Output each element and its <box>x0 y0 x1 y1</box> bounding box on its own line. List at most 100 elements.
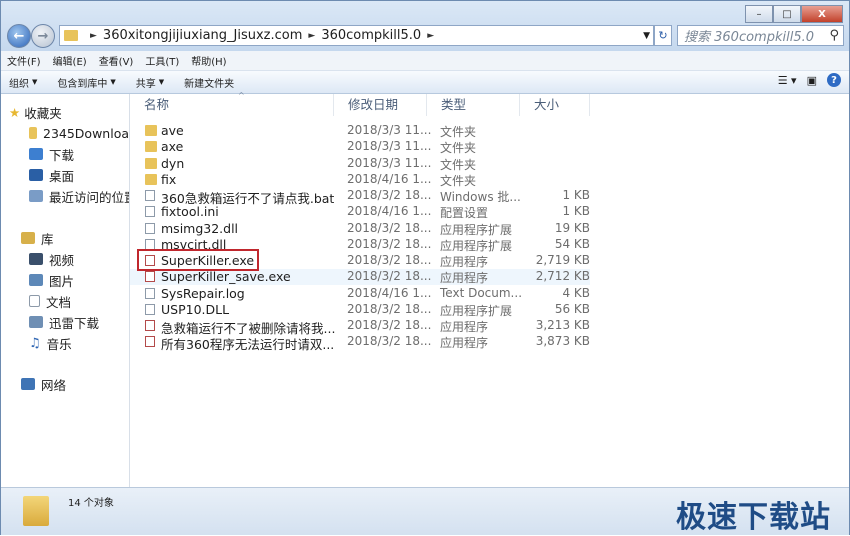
view-options-icon[interactable]: ☰ ▾ <box>778 74 797 87</box>
refresh-button[interactable]: ↻ <box>654 25 672 46</box>
file-row[interactable]: SysRepair.log 2018/4/16 1... Text Docum...… <box>130 286 590 302</box>
breadcrumb-chevron-icon[interactable]: ► <box>427 31 434 41</box>
search-placeholder: 搜索 360compkill5.0 <box>684 30 815 45</box>
bat-file-icon <box>145 190 155 201</box>
close-button[interactable]: X <box>801 5 843 23</box>
nav-item-2345downloads[interactable]: 2345Downloads <box>29 123 130 143</box>
file-date: 2018/3/2 18... <box>347 269 432 284</box>
file-row[interactable]: fix 2018/4/16 1... 文件夹 <box>130 172 590 188</box>
nav-item-label: 图片 <box>49 273 75 289</box>
file-date: 2018/3/2 18... <box>347 301 432 316</box>
library-icon <box>21 232 35 244</box>
column-headers: ^ 名称 修改日期 类型 大小 <box>130 91 849 116</box>
file-date: 2018/3/2 18... <box>347 188 432 202</box>
new-folder-button[interactable]: 新建文件夹 <box>176 75 246 90</box>
nav-item-recent-places[interactable]: 最近访问的位置 <box>29 186 129 206</box>
forward-button[interactable]: → <box>31 24 55 48</box>
file-name: ave <box>161 123 184 138</box>
back-button[interactable]: ← <box>7 24 31 48</box>
file-date: 2018/4/16 1... <box>347 204 432 219</box>
breadcrumb-chevron-icon[interactable]: ► <box>90 31 97 41</box>
command-bar: 组织 ▼ 包含到库中 ▼ 共享 ▼ 新建文件夹 ☰ ▾ ▣ ? <box>1 71 849 94</box>
file-row[interactable]: SuperKiller_save.exe 2018/3/2 18... 应用程序 2,… <box>130 269 590 286</box>
column-date-modified[interactable]: 修改日期 <box>334 94 427 116</box>
file-row[interactable]: 360急救箱运行不了请点我.bat 2018/3/2 18... Windows 批… <box>130 188 590 206</box>
organize-button[interactable]: 组织 ▼ <box>1 75 49 90</box>
share-label: 共享 <box>135 78 156 90</box>
file-type: Windows 批... <box>440 190 521 204</box>
window-controls: – □ X <box>745 5 843 23</box>
include-in-library-label: 包含到库中 <box>57 78 108 90</box>
help-icon[interactable]: ? <box>827 73 841 87</box>
picture-icon <box>29 274 43 286</box>
address-dropdown-icon[interactable]: ▼ <box>643 31 650 41</box>
column-name[interactable]: 名称 <box>130 94 334 116</box>
nav-item-downloads[interactable]: 下载 <box>29 144 74 164</box>
organize-label: 组织 <box>9 78 29 90</box>
file-size: 19 KB <box>554 220 590 235</box>
file-row[interactable]: USP10.DLL 2018/3/2 18... 应用程序扩展 56 KB <box>130 302 590 318</box>
menu-help[interactable]: 帮助(H) <box>185 53 232 68</box>
breadcrumb-item[interactable]: 360xitongjijiuxiang_Jisuxz.com <box>103 28 302 43</box>
include-in-library-button[interactable]: 包含到库中 ▼ <box>49 75 127 90</box>
menu-view[interactable]: 查看(V) <box>93 53 140 68</box>
file-size: 3,873 KB <box>535 334 590 349</box>
nav-item-label: 下载 <box>49 147 75 163</box>
network-icon <box>21 378 35 390</box>
breadcrumb-item[interactable]: 360compkill5.0 <box>321 28 421 43</box>
file-row[interactable]: axe 2018/3/3 11... 文件夹 <box>130 139 590 155</box>
file-row[interactable]: dyn 2018/3/3 11... 文件夹 <box>130 156 590 172</box>
breadcrumb-chevron-icon[interactable]: ► <box>308 31 315 41</box>
folder-icon <box>29 127 37 139</box>
file-date: 2018/3/2 18... <box>347 334 432 349</box>
preview-pane-icon[interactable]: ▣ <box>807 74 817 87</box>
nav-network[interactable]: 网络 <box>21 374 66 394</box>
chevron-down-icon: ▼ <box>158 78 165 86</box>
nav-item-documents[interactable]: 文档 <box>29 291 71 311</box>
column-type[interactable]: 类型 <box>427 94 520 116</box>
column-size[interactable]: 大小 <box>520 94 590 116</box>
file-date: 2018/3/3 11... <box>347 123 432 137</box>
file-size: 2,712 KB <box>535 269 590 284</box>
nav-item-desktop[interactable]: 桌面 <box>29 165 74 185</box>
menu-file[interactable]: 文件(F) <box>1 53 47 68</box>
maximize-button[interactable]: □ <box>773 5 801 23</box>
nav-network-label: 网络 <box>41 377 67 393</box>
file-name: USP10.DLL <box>161 301 230 317</box>
nav-item-pictures[interactable]: 图片 <box>29 270 74 290</box>
file-row[interactable]: ave 2018/3/3 11... 文件夹 <box>130 123 590 139</box>
exe-file-icon <box>145 320 155 331</box>
file-row[interactable]: 急救箱运行不了被删除请将我... 2018/3/2 18... 应用程序 3,213 … <box>130 318 590 336</box>
nav-item-label: 2345Downloads <box>43 125 130 141</box>
address-bar[interactable]: ► 360xitongjijiuxiang_Jisuxz.com ► 360co… <box>59 25 654 46</box>
menu-tools[interactable]: 工具(T) <box>139 53 185 68</box>
file-type: 应用程序 <box>440 320 489 334</box>
minimize-button[interactable]: – <box>745 5 773 23</box>
file-type: 应用程序 <box>440 336 489 351</box>
file-type: 文件夹 <box>440 125 477 139</box>
title-bar: – □ X ← → ► 360xitongjijiuxiang_Jisuxz.c… <box>1 1 849 51</box>
file-date: 2018/3/2 18... <box>347 253 432 267</box>
file-row[interactable]: msimg32.dll 2018/3/2 18... 应用程序扩展 19 KB <box>130 221 590 237</box>
nav-favorites[interactable]: ★ 收藏夹 <box>9 102 62 122</box>
nav-libraries-label: 库 <box>41 231 54 247</box>
search-input[interactable]: 搜索 360compkill5.0 ⚲ <box>677 25 844 46</box>
nav-item-music[interactable]: ♫ 音乐 <box>29 333 72 353</box>
nav-item-thunder-downloads[interactable]: 迅雷下载 <box>29 312 99 332</box>
file-type: 应用程序 <box>440 255 489 269</box>
file-row[interactable]: fixtool.ini 2018/4/16 1... 配置设置 1 KB <box>130 204 590 220</box>
nav-item-videos[interactable]: 视频 <box>29 249 74 269</box>
share-button[interactable]: 共享 ▼ <box>128 75 176 90</box>
file-type: 文件夹 <box>440 141 477 156</box>
menu-edit[interactable]: 编辑(E) <box>47 53 93 68</box>
exe-file-icon <box>145 271 155 283</box>
search-icon[interactable]: ⚲ <box>829 28 839 43</box>
music-icon: ♫ <box>29 335 41 351</box>
file-date: 2018/4/16 1... <box>347 285 432 300</box>
file-name: dyn <box>161 155 185 171</box>
file-size: 3,213 KB <box>535 318 590 332</box>
folder-icon <box>145 157 157 169</box>
nav-libraries[interactable]: 库 <box>21 228 54 248</box>
file-row[interactable]: 所有360程序无法运行时请双... 2018/3/2 18... 应用程序 3,873… <box>130 334 590 352</box>
nav-item-label: 文档 <box>46 294 72 310</box>
